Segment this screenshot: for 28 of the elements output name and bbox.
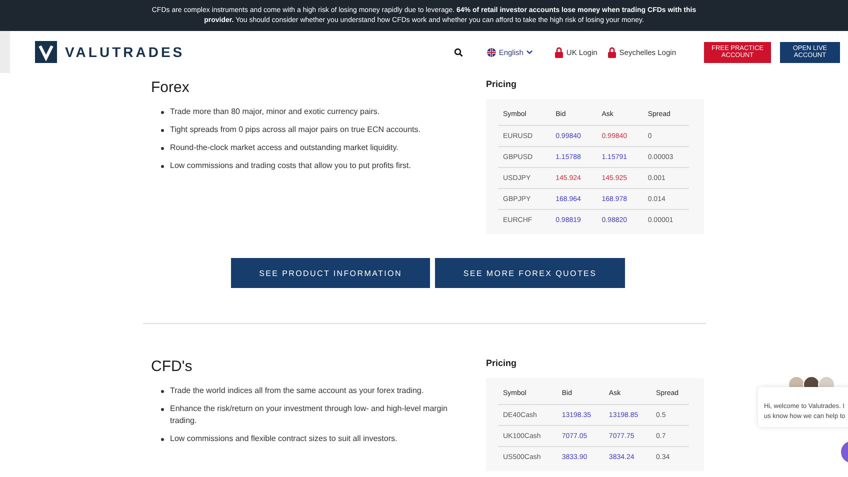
bullet-text: Round-the-clock market access and outstanding market liquidity. (170, 142, 398, 154)
bullet-text: Trade more than 80 major, minor and exotic currency pairs. (170, 106, 380, 118)
logo-mark-icon (35, 41, 57, 63)
bullet-text: Enhance the risk/return on your investment through low- and high-level margin trading. (170, 403, 448, 427)
bullet-icon (161, 390, 164, 393)
bullet-icon (161, 129, 164, 132)
bullet-icon (161, 408, 164, 411)
cta-button[interactable]: SEE MORE FOREX QUOTES (435, 258, 625, 288)
flag-icon (486, 48, 496, 56)
cta-button[interactable]: SEE PRODUCT INFORMATION (231, 258, 430, 288)
section-heading: Forex (151, 79, 190, 96)
bullet-icon (161, 165, 164, 168)
bullet-icon (161, 438, 164, 441)
logo-text: VALUTRADES (65, 44, 185, 60)
pricing-heading: Pricing (486, 358, 518, 368)
bullet-icon (161, 147, 164, 150)
bullet-text: Low commissions and trading costs that allow you to put profits first. (170, 160, 411, 172)
chevron-down-icon (526, 50, 534, 54)
bullet-text: Low commissions and flexible contract sizes to suit all investors. (170, 433, 398, 445)
padlock-icon (555, 46, 564, 58)
section-heading: CFD's (151, 358, 194, 375)
bullet-text: Trade the world indices all from the same account as your forex trading. (170, 385, 424, 397)
search-icon[interactable] (454, 48, 463, 56)
bullet-icon (161, 111, 164, 114)
bullet-text: Tight spreads from 0 pips across all major pairs on true ECN accounts. (170, 124, 420, 136)
side-strip (0, 31, 10, 73)
pricing-heading: Pricing (486, 79, 518, 89)
padlock-icon (608, 46, 616, 58)
